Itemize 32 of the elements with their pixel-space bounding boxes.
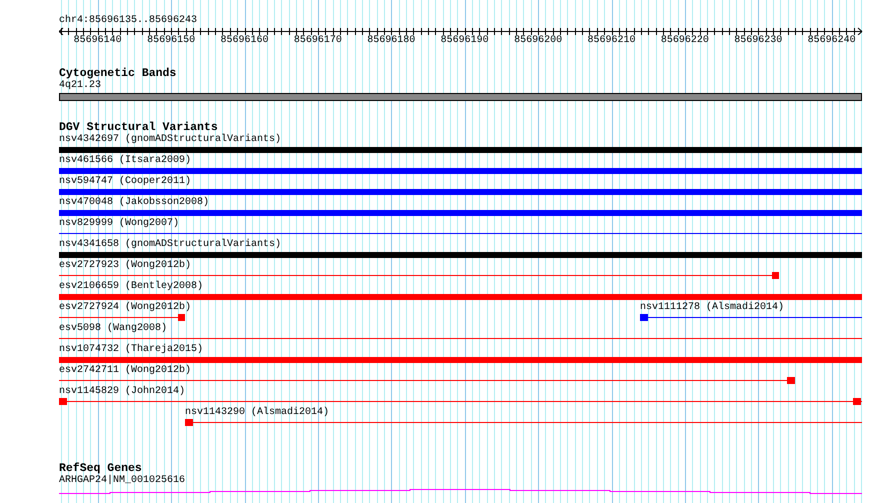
ruler-tick-label: 85696170 [294,35,342,47]
variant-label: esv2742711 (Wong2012b) [59,365,192,377]
ruler-tick-label: 85696200 [514,35,562,47]
ruler-tick-label: 85696230 [734,35,782,47]
ruler-tick-label: 85696180 [367,35,416,47]
variant-label: nsv4342697 (gnomADStructuralVariants) [59,134,282,146]
location-label: chr4:85696135..85696243 [59,15,198,27]
ruler-tick-label: 85696210 [588,35,636,47]
ruler-tick-label: 85696220 [660,35,709,47]
variant-label: nsv1111278 (Alsmadi2014) [640,302,784,314]
variant-label: nsv1074732 (Thareja2015) [59,344,204,356]
ruler-tick-label: 85696160 [220,35,268,47]
gene-label: ARHGAP24|NM_001025616 [59,475,186,487]
variant-label: nsv1143290 (Alsmadi2014) [185,407,330,419]
variant-label: esv2727924 (Wong2012b) [59,302,192,314]
variant-label: nsv461566 (Itsara2009) [59,155,192,167]
track-title: DGV Structural Variants [59,122,218,134]
variant-label: nsv470048 (Jakobsson2008) [59,197,210,209]
variant-label: nsv1145829 (John2014) [59,386,186,398]
band-label: 4q21.23 [59,80,102,92]
ruler-tick-label: 85696150 [147,35,196,47]
variant-label: nsv829999 (Wong2007) [59,218,180,230]
variant-label: esv5098 (Wang2008) [59,323,168,335]
variant-label: nsv4341658 (gnomADStructuralVariants) [59,239,282,251]
track-title: RefSeq Genes [59,463,142,475]
variant-label: esv2727923 (Wong2012b) [59,260,192,272]
ruler-tick-label: 85696140 [74,35,122,47]
variant-label: nsv594747 (Cooper2011) [59,176,192,188]
ruler-tick-label: 85696190 [440,35,489,47]
variant-label: esv2106659 (Bentley2008) [59,281,204,293]
ruler-tick-label: 85696240 [808,35,856,47]
track-title: Cytogenetic Bands [59,68,178,80]
